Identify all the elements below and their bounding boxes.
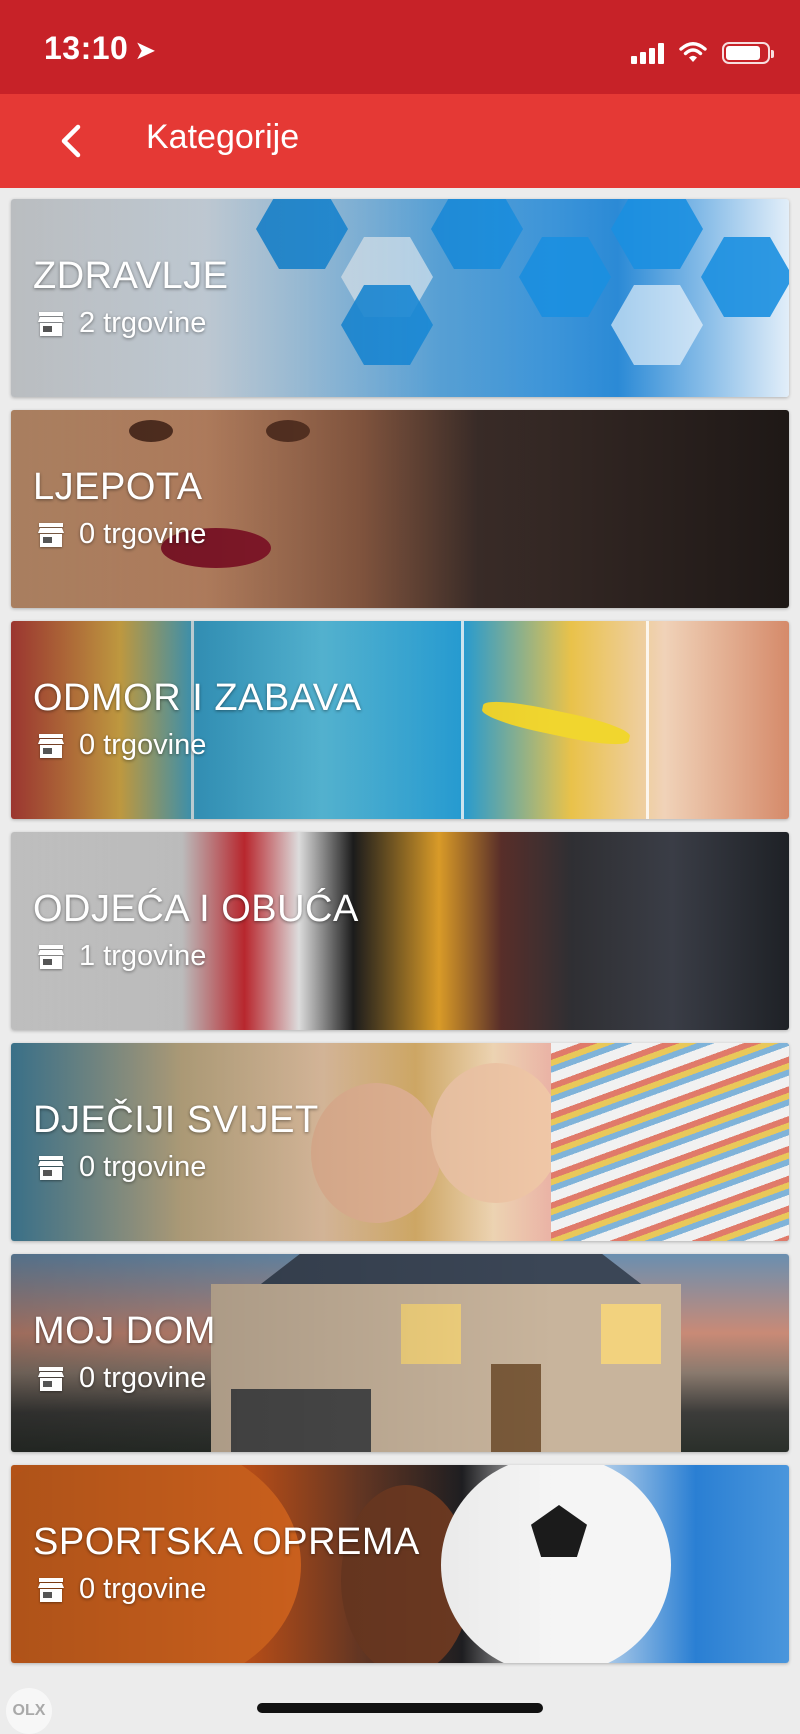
category-card-zdravlje[interactable]: ZDRAVLJE 2 trgovine [11,199,789,397]
category-card-ljepota[interactable]: LJEPOTA 0 trgovine [11,410,789,608]
location-arrow-icon: ➤ [134,35,157,65]
category-count-text: 0 trgovine [79,1151,207,1183]
category-count-text: 0 trgovine [79,1362,207,1394]
olx-watermark-logo: OLX [6,1688,52,1734]
store-icon [38,522,64,547]
page-title: Kategorije [146,118,300,156]
store-icon [38,311,64,336]
store-icon [38,944,64,969]
back-button[interactable] [44,114,98,168]
category-store-count: 0 trgovine [37,729,206,762]
category-store-count: 0 trgovine [37,1573,206,1606]
category-title: MOJ DOM [33,1310,216,1352]
status-time-text: 13:10 [44,30,129,66]
category-card-moj-dom[interactable]: MOJ DOM 0 trgovine [11,1254,789,1452]
category-store-count: 0 trgovine [37,1362,206,1395]
category-title: ODMOR I ZABAVA [33,677,362,719]
status-bar: 13:10 ➤ [0,0,800,94]
card-shade [11,621,789,819]
category-count-text: 0 trgovine [79,518,207,550]
category-card-odjeca-i-obuca[interactable]: ODJEĆA I OBUĆA 1 trgovine [11,832,789,1030]
category-card-djeciji-svijet[interactable]: DJEČIJI SVIJET 0 trgovine [11,1043,789,1241]
category-count-text: 0 trgovine [79,729,207,761]
home-indicator[interactable] [257,1703,543,1713]
category-title: DJEČIJI SVIJET [33,1099,319,1141]
category-title: SPORTSKA OPREMA [33,1521,420,1563]
category-card-odmor-i-zabava[interactable]: ODMOR I ZABAVA 0 trgovine [11,621,789,819]
category-store-count: 0 trgovine [37,1151,206,1184]
store-icon [38,733,64,758]
store-icon [38,1366,64,1391]
battery-icon [722,42,774,64]
cellular-signal-icon [631,42,664,64]
card-shade [11,1043,789,1241]
category-count-text: 0 trgovine [79,1573,207,1605]
store-icon [38,1155,64,1180]
store-icon [38,1577,64,1602]
category-store-count: 1 trgovine [37,940,206,973]
app-bar: Kategorije [0,94,800,188]
card-shade [11,1465,789,1663]
wifi-icon [679,42,707,62]
card-shade [11,410,789,608]
category-store-count: 2 trgovine [37,307,206,340]
category-title: ZDRAVLJE [33,255,229,297]
category-count-text: 2 trgovine [79,307,207,339]
card-shade [11,1254,789,1452]
battery-fill [726,46,760,60]
status-icons [631,34,774,64]
card-shade [11,832,789,1030]
category-title: LJEPOTA [33,466,203,508]
card-shade [11,199,789,397]
category-count-text: 1 trgovine [79,940,207,972]
chevron-left-icon [61,124,81,158]
category-title: ODJEĆA I OBUĆA [33,888,359,930]
category-card-sportska-oprema[interactable]: SPORTSKA OPREMA 0 trgovine [11,1465,789,1663]
status-time: 13:10 ➤ [44,30,157,67]
category-list: ZDRAVLJE 2 trgovine LJEPOTA 0 trgovine O… [11,199,789,1676]
category-store-count: 0 trgovine [37,518,206,551]
